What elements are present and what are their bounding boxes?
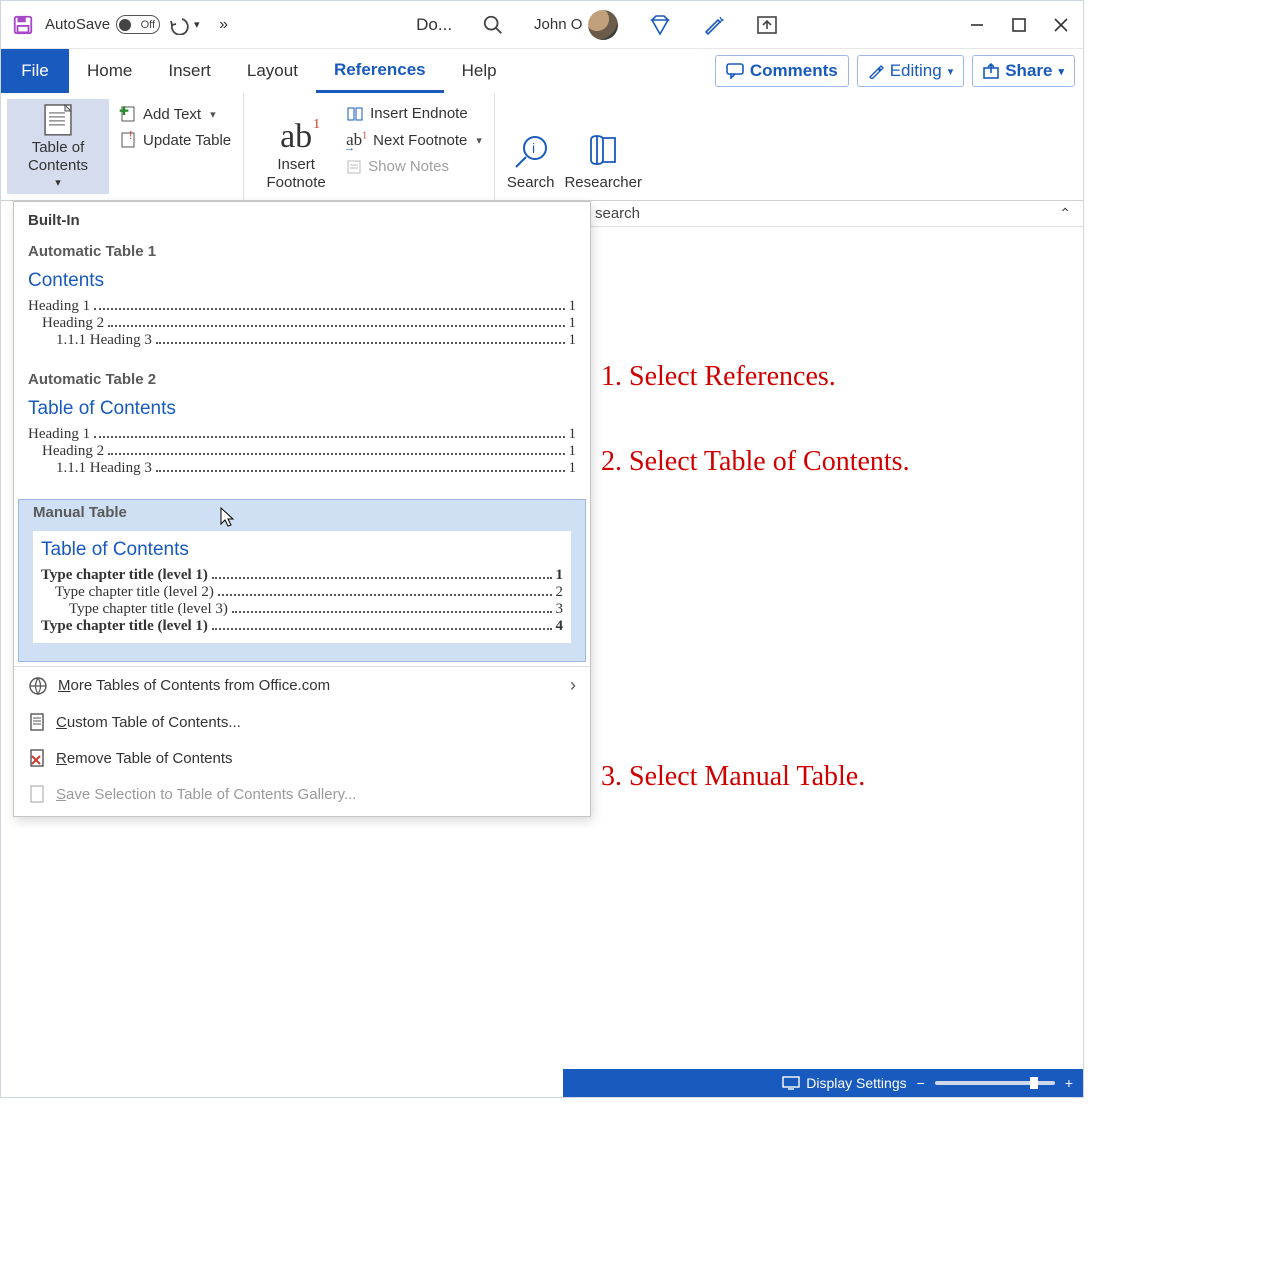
gallery-section-builtin: Built-In <box>14 202 590 239</box>
user-name: John O <box>534 16 582 33</box>
annotation-3: 3. Select Manual Table. <box>601 761 865 793</box>
ribbon-references: Table of Contents ▾ ✚ Add Text ! Update … <box>1 93 1083 201</box>
comments-button[interactable]: Comments <box>715 55 849 87</box>
collapse-chevron-icon[interactable]: ⌃ <box>1059 205 1071 222</box>
menu-custom-toc[interactable]: Custom Table of Contents... <box>14 704 590 740</box>
show-notes-button: Show Notes <box>346 158 482 175</box>
tab-insert[interactable]: Insert <box>150 49 229 93</box>
gallery-item-manual-table[interactable]: Manual Table Table of Contents Type chap… <box>18 499 586 662</box>
tab-help[interactable]: Help <box>444 49 515 93</box>
tab-file[interactable]: File <box>1 49 69 93</box>
pen-sparkle-icon[interactable] <box>702 14 726 36</box>
title-bar: AutoSave Off ▾ » Do... John O <box>1 1 1083 49</box>
chevron-right-icon: › <box>570 675 576 696</box>
zoom-slider[interactable] <box>935 1081 1055 1085</box>
gallery-item-automatic-table-2[interactable]: Automatic Table 2 Table of Contents Head… <box>14 367 590 495</box>
avatar <box>588 10 618 40</box>
search-button[interactable]: i Search <box>507 99 555 194</box>
upload-icon[interactable] <box>756 15 778 35</box>
toc-gallery-dropdown: Built-In Automatic Table 1 Contents Head… <box>13 201 591 817</box>
autosave-toggle[interactable]: AutoSave Off <box>45 15 160 34</box>
cursor-icon <box>219 506 237 528</box>
menu-remove-toc[interactable]: Remove Table of Contents <box>14 740 590 776</box>
insert-footnote-button[interactable]: ab1 Insert Footnote <box>256 99 336 194</box>
gallery-item-automatic-table-1[interactable]: Automatic Table 1 Contents Heading 11 He… <box>14 239 590 367</box>
researcher-button[interactable]: Researcher <box>564 99 642 194</box>
document-title: Do... <box>416 15 452 35</box>
diamond-icon[interactable] <box>648 14 672 36</box>
zoom-in-button[interactable]: + <box>1065 1075 1073 1091</box>
annotation-2: 2. Select Table of Contents. <box>601 446 910 478</box>
menu-more-toc-office[interactable]: More Tables of Contents from Office.com … <box>14 667 590 704</box>
editing-button[interactable]: Editing ▾ <box>857 55 965 87</box>
autosave-label: AutoSave <box>45 16 110 33</box>
svg-text:✚: ✚ <box>119 105 129 118</box>
more-qat-icon[interactable]: » <box>208 9 240 41</box>
svg-text:i: i <box>532 140 535 156</box>
menu-save-selection-toc: Save Selection to Table of Contents Gall… <box>14 776 590 812</box>
globe-icon <box>28 676 48 696</box>
tab-references[interactable]: References <box>316 49 444 93</box>
share-button[interactable]: Share ▾ <box>972 55 1075 87</box>
maximize-button[interactable] <box>1003 9 1035 41</box>
ribbon-tabs: File Home Insert Layout References Help … <box>1 49 1083 93</box>
undo-button[interactable]: ▾ <box>164 9 204 41</box>
tab-layout[interactable]: Layout <box>229 49 316 93</box>
tab-home[interactable]: Home <box>69 49 150 93</box>
side-panel-header: search ⌃ <box>583 201 1083 227</box>
close-button[interactable] <box>1045 9 1077 41</box>
update-table-button[interactable]: ! Update Table <box>119 131 231 149</box>
user-account[interactable]: John O <box>534 10 618 40</box>
status-bar: Display Settings − + <box>563 1069 1083 1097</box>
save-icon[interactable] <box>7 9 39 41</box>
svg-text:!: ! <box>129 131 132 142</box>
display-settings-button[interactable]: Display Settings <box>782 1075 906 1091</box>
side-panel-title-tail: search <box>595 205 640 222</box>
search-icon[interactable] <box>482 14 504 36</box>
table-of-contents-button[interactable]: Table of Contents ▾ <box>7 99 109 194</box>
zoom-out-button[interactable]: − <box>917 1075 925 1091</box>
minimize-button[interactable] <box>961 9 993 41</box>
add-text-button[interactable]: ✚ Add Text <box>119 105 231 123</box>
save-gallery-icon <box>28 784 46 804</box>
insert-endnote-button[interactable]: Insert Endnote <box>346 105 482 122</box>
remove-icon <box>28 748 46 768</box>
document-icon <box>28 712 46 732</box>
next-footnote-button[interactable]: ab1→ Next Footnote <box>346 130 482 150</box>
autosave-switch[interactable]: Off <box>116 15 160 34</box>
annotation-1: 1. Select References. <box>601 361 836 393</box>
